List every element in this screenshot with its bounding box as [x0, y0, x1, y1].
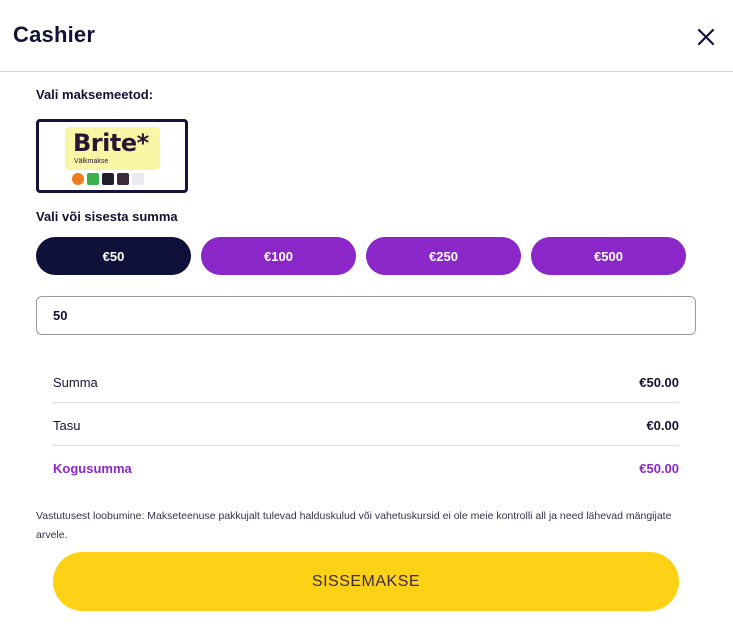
brite-logo: Brite* Välkmakse [65, 127, 160, 170]
bank-logo-icon [102, 173, 114, 185]
bank-logo-icon [72, 173, 84, 185]
amount-input[interactable] [36, 296, 696, 335]
amount-option-250[interactable]: €250 [366, 237, 521, 275]
amount-option-50[interactable]: €50 [36, 237, 191, 275]
payment-method-label: Vali maksemeetod: [36, 87, 154, 102]
summary-label: Tasu [53, 418, 81, 433]
summary-value: €50.00 [639, 461, 679, 476]
bank-logos [72, 173, 144, 185]
summary-table: Summa €50.00 Tasu €0.00 Kogusumma €50.00 [53, 360, 679, 489]
close-icon [697, 28, 715, 46]
summary-label: Kogusumma [53, 461, 132, 476]
bank-logo-icon [132, 173, 144, 185]
brite-brand-name: Brite* [73, 129, 149, 157]
summary-row-amount: Summa €50.00 [53, 360, 679, 403]
summary-value: €0.00 [646, 418, 679, 433]
amount-option-100[interactable]: €100 [201, 237, 356, 275]
amount-label: Vali või sisesta summa [36, 209, 178, 224]
deposit-button[interactable]: SISSEMAKSE [53, 552, 679, 611]
summary-label: Summa [53, 375, 98, 390]
summary-row-fee: Tasu €0.00 [53, 403, 679, 446]
cashier-header: Cashier [0, 0, 733, 72]
summary-row-total: Kogusumma €50.00 [53, 446, 679, 489]
bank-logo-icon [87, 173, 99, 185]
page-title: Cashier [13, 22, 96, 47]
summary-value: €50.00 [639, 375, 679, 390]
payment-method-brite[interactable]: Brite* Välkmakse [36, 119, 188, 193]
close-button[interactable] [692, 23, 720, 51]
amount-option-500[interactable]: €500 [531, 237, 686, 275]
brite-subtitle: Välkmakse [74, 158, 109, 165]
bank-logo-icon [117, 173, 129, 185]
disclaimer-text: Vastutusest loobumine: Makseteenuse pakk… [36, 510, 672, 541]
